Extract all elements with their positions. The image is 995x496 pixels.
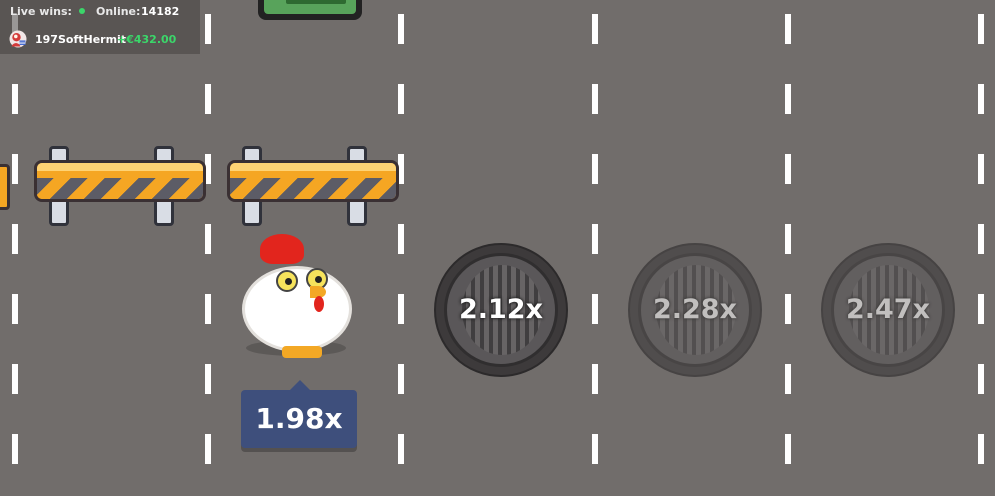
chicken-pupil [285, 278, 292, 285]
lane-divider [978, 0, 984, 496]
chicken-eye [276, 270, 298, 292]
multiplier-value: 2.28x [652, 294, 738, 325]
car-icon [258, 0, 362, 20]
car-body [264, 0, 356, 14]
current-multiplier-tag: 1.98x [241, 390, 357, 448]
barrier-icon [227, 146, 399, 234]
car-window [286, 0, 346, 4]
chicken-comb [260, 234, 304, 264]
lane-divider [398, 0, 404, 496]
lane-divider [205, 0, 211, 496]
barrier-beam [227, 160, 399, 202]
chicken-pupil [315, 276, 322, 283]
live-wins-label: Live wins: [10, 5, 72, 18]
online-label: Online: [96, 5, 141, 18]
user-avatar-icon [9, 30, 27, 48]
future-step-manhole: 2.28x [628, 243, 762, 377]
future-step-manhole: 2.47x [821, 243, 955, 377]
chicken-wattle [314, 296, 324, 312]
game-board: Live wins: Online: 14182 197SoftHermit +… [0, 0, 995, 496]
barrier-stripes [37, 178, 203, 199]
online-count: 14182 [141, 5, 180, 18]
chicken-character-icon [238, 232, 354, 360]
barrier-highlight [37, 163, 203, 171]
online-status-dot-icon [79, 8, 85, 14]
multiplier-value: 2.12x [458, 294, 544, 325]
lane-divider [592, 0, 598, 496]
barrier-highlight [230, 163, 396, 171]
live-wins-panel: Live wins: Online: 14182 197SoftHermit +… [0, 0, 200, 54]
barrier-stripes [230, 178, 396, 199]
next-step-manhole[interactable]: 2.12x [434, 243, 568, 377]
lane-divider [12, 0, 18, 496]
win-amount: +€432.00 [117, 33, 177, 46]
barrier-icon [0, 164, 10, 210]
barrier-beam [34, 160, 206, 202]
chicken-feet [282, 346, 322, 358]
barrier-icon [34, 146, 206, 234]
lane-divider [785, 0, 791, 496]
current-multiplier-value: 1.98x [255, 402, 343, 435]
winner-username: 197SoftHermit [35, 33, 127, 46]
multiplier-value: 2.47x [845, 294, 931, 325]
